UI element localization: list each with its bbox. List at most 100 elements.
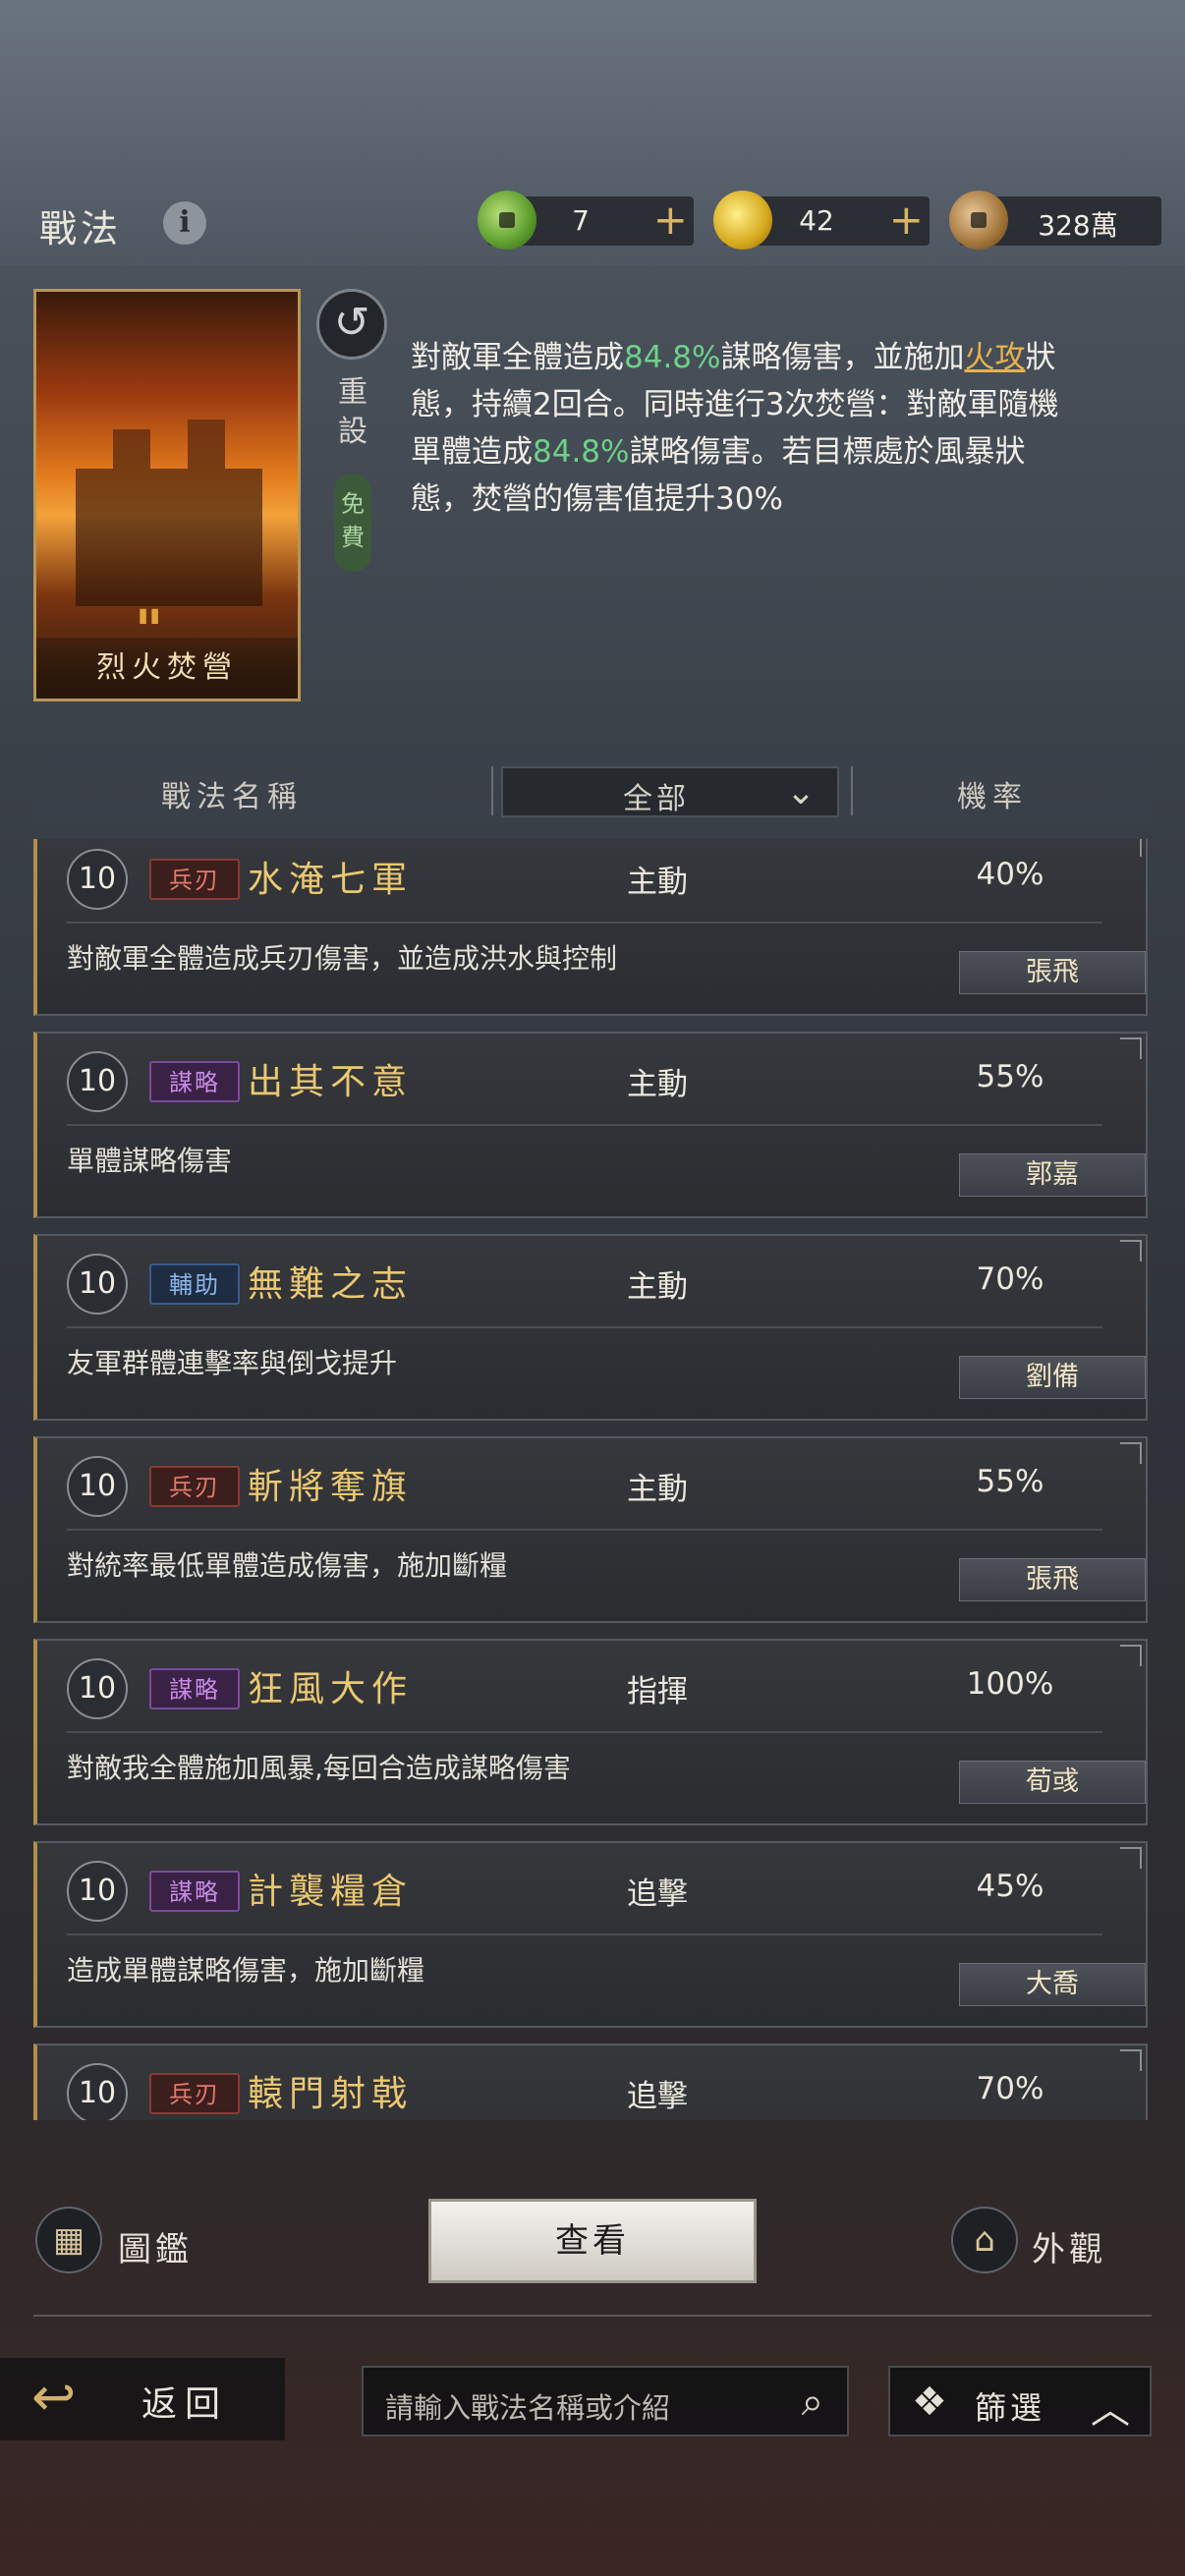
skill-row[interactable]: 10 兵刃 水淹七軍 主動 40% 對敵軍全體造成兵刃傷害，並造成洪水與控制 張… [33, 839, 1148, 1016]
back-button[interactable]: ↩ 返回 [0, 2358, 285, 2440]
skill-rate: 55% [976, 1464, 1044, 1499]
skill-name: 狂風大作 [248, 1669, 414, 1709]
skill-name: 轅門射戟 [248, 2074, 414, 2114]
level-badge: 10 [67, 1658, 128, 1719]
skill-name: 斬將奪旗 [248, 1467, 414, 1507]
reset-button[interactable] [316, 289, 387, 360]
skill-name: 計襲糧倉 [248, 1872, 414, 1912]
action-bar: ▦ 圖鑑 查看 ⌂ 外觀 [0, 2181, 1185, 2319]
level-badge: 10 [67, 1051, 128, 1112]
skill-rate: 40% [976, 857, 1044, 892]
skill-detail-panel: " 烈火焚營 重設 免費 對敵軍全體造成84.8%謀略傷害，並施加火攻狀態，持續… [0, 265, 1185, 717]
chevron-up-icon: ︿ [1091, 2387, 1130, 2433]
add-gold-button[interactable]: + [889, 196, 924, 244]
skill-kind: 主動 [627, 1269, 688, 1305]
info-icon[interactable]: i [163, 201, 206, 245]
hero-tag[interactable]: 郭嘉 [959, 1153, 1146, 1197]
skill-rate: 100% [966, 1666, 1054, 1702]
divider [33, 2315, 1152, 2317]
card-name: 烈火焚營 [36, 638, 298, 699]
jade-amount: 7 [572, 204, 590, 237]
skill-kind: 主動 [627, 1067, 688, 1102]
copper-amount: 328萬 [1038, 209, 1118, 242]
type-tag: 兵刃 [149, 2073, 240, 2114]
skill-kind: 指揮 [627, 1674, 688, 1709]
free-badge: 免費 [334, 474, 371, 572]
skill-name: 水淹七軍 [248, 860, 414, 900]
type-tag: 謀略 [149, 1668, 240, 1709]
table-header: 戰法名稱 全部 ⌄ 機率 [33, 758, 1152, 823]
type-tag: 謀略 [149, 1871, 240, 1912]
skill-card[interactable]: " 烈火焚營 [33, 289, 301, 701]
skill-row[interactable]: 10 兵刃 轅門射戟 追擊 70% [33, 2044, 1148, 2120]
appearance-button[interactable]: ⌂ [951, 2207, 1018, 2273]
skill-summary: 造成單體謀略傷害，施加斷糧 [67, 1954, 425, 1987]
hero-tag[interactable]: 張飛 [959, 1558, 1146, 1601]
column-skill-name: 戰法名稱 [161, 780, 303, 814]
divider [851, 766, 853, 815]
hero-tag[interactable]: 大喬 [959, 1963, 1146, 2006]
fire-attack-link[interactable]: 火攻 [964, 340, 1025, 375]
pavilion-icon: ⌂ [974, 2220, 995, 2260]
filter-label: 篩選 [975, 2389, 1046, 2427]
search-icon[interactable]: ⌕ [802, 2380, 823, 2425]
book-icon: ▦ [52, 2220, 85, 2260]
skill-kind: 追擊 [627, 1876, 688, 1912]
header-bar: 戰法 i 7 + 42 + 328萬 [0, 177, 1185, 265]
view-button[interactable]: 查看 [428, 2199, 757, 2283]
skill-rate: 70% [976, 2071, 1044, 2106]
level-badge: 10 [67, 1254, 128, 1315]
type-tag: 兵刃 [149, 1466, 240, 1507]
type-tag: 兵刃 [149, 859, 240, 900]
add-jade-button[interactable]: + [653, 196, 688, 244]
level-badge: 10 [67, 849, 128, 910]
level-badge: 10 [67, 2063, 128, 2120]
skill-summary: 對統率最低單體造成傷害，施加斷糧 [67, 1549, 508, 1582]
skill-summary: 對敵我全體施加風暴,每回合造成謀略傷害 [67, 1752, 571, 1784]
dropdown-value: 全部 [623, 782, 690, 816]
copper-resource: 328萬 [949, 191, 1161, 250]
skill-row[interactable]: 10 謀略 出其不意 主動 55% 單體謀略傷害 郭嘉 [33, 1032, 1148, 1218]
search-input[interactable]: 請輸入戰法名稱或介紹 ⌕ [362, 2366, 849, 2436]
filter-icon: ❖ [912, 2380, 947, 2425]
chevron-down-icon: ⌄ [785, 772, 816, 812]
skill-row[interactable]: 10 輔助 無難之志 主動 70% 友軍群體連擊率與倒戈提升 劉備 [33, 1234, 1148, 1421]
reset-label[interactable]: 重設 [333, 373, 372, 452]
gold-resource: 42 + [713, 191, 930, 250]
level-badge: 10 [67, 1861, 128, 1922]
catalog-button[interactable]: ▦ [35, 2207, 102, 2273]
skill-name: 無難之志 [248, 1264, 414, 1305]
skill-kind: 主動 [627, 1472, 688, 1507]
skill-kind: 主動 [627, 865, 688, 900]
filter-button[interactable]: ❖ 篩選 ︿ [888, 2366, 1152, 2436]
skill-kind: 追擊 [627, 2079, 688, 2114]
jade-resource: 7 + [478, 191, 694, 250]
category-dropdown[interactable]: 全部 ⌄ [501, 766, 839, 817]
appearance-label[interactable]: 外觀 [1032, 2222, 1106, 2270]
type-tag: 輔助 [149, 1263, 240, 1305]
back-label: 返回 [141, 2384, 229, 2425]
skill-summary: 對敵軍全體造成兵刃傷害，並造成洪水與控制 [67, 942, 618, 975]
level-badge: 10 [67, 1456, 128, 1517]
divider [491, 766, 493, 815]
fortress-art [76, 420, 262, 606]
skill-summary: 單體謀略傷害 [67, 1145, 233, 1177]
skill-rate: 45% [976, 1869, 1044, 1904]
hero-tag[interactable]: 荀彧 [959, 1761, 1146, 1804]
skill-name: 出其不意 [248, 1062, 414, 1102]
skill-summary: 友軍群體連擊率與倒戈提升 [67, 1347, 398, 1379]
skill-row[interactable]: 10 兵刃 斬將奪旗 主動 55% 對統率最低單體造成傷害，施加斷糧 張飛 [33, 1436, 1148, 1623]
back-arrow-icon: ↩ [31, 2366, 77, 2428]
column-rate: 機率 [957, 780, 1028, 814]
hero-tag[interactable]: 張飛 [959, 951, 1146, 994]
hero-tag[interactable]: 劉備 [959, 1356, 1146, 1399]
copper-coin-icon [949, 191, 1008, 250]
catalog-label[interactable]: 圖鑑 [118, 2222, 193, 2270]
skill-row[interactable]: 10 謀略 計襲糧倉 追擊 45% 造成單體謀略傷害，施加斷糧 大喬 [33, 1841, 1148, 2028]
skill-row[interactable]: 10 謀略 狂風大作 指揮 100% 對敵我全體施加風暴,每回合造成謀略傷害 荀… [33, 1639, 1148, 1825]
skill-list[interactable]: 10 兵刃 水淹七軍 主動 40% 對敵軍全體造成兵刃傷害，並造成洪水與控制 張… [33, 839, 1152, 2120]
bottom-bar: ↩ 返回 請輸入戰法名稱或介紹 ⌕ ❖ 篩選 ︿ [0, 2358, 1185, 2446]
skill-description: 對敵軍全體造成84.8%謀略傷害，並施加火攻狀態，持續2回合。同時進行3次焚營：… [411, 340, 1059, 517]
skill-rate: 55% [976, 1059, 1044, 1094]
search-placeholder: 請輸入戰法名稱或介紹 [385, 2391, 671, 2425]
